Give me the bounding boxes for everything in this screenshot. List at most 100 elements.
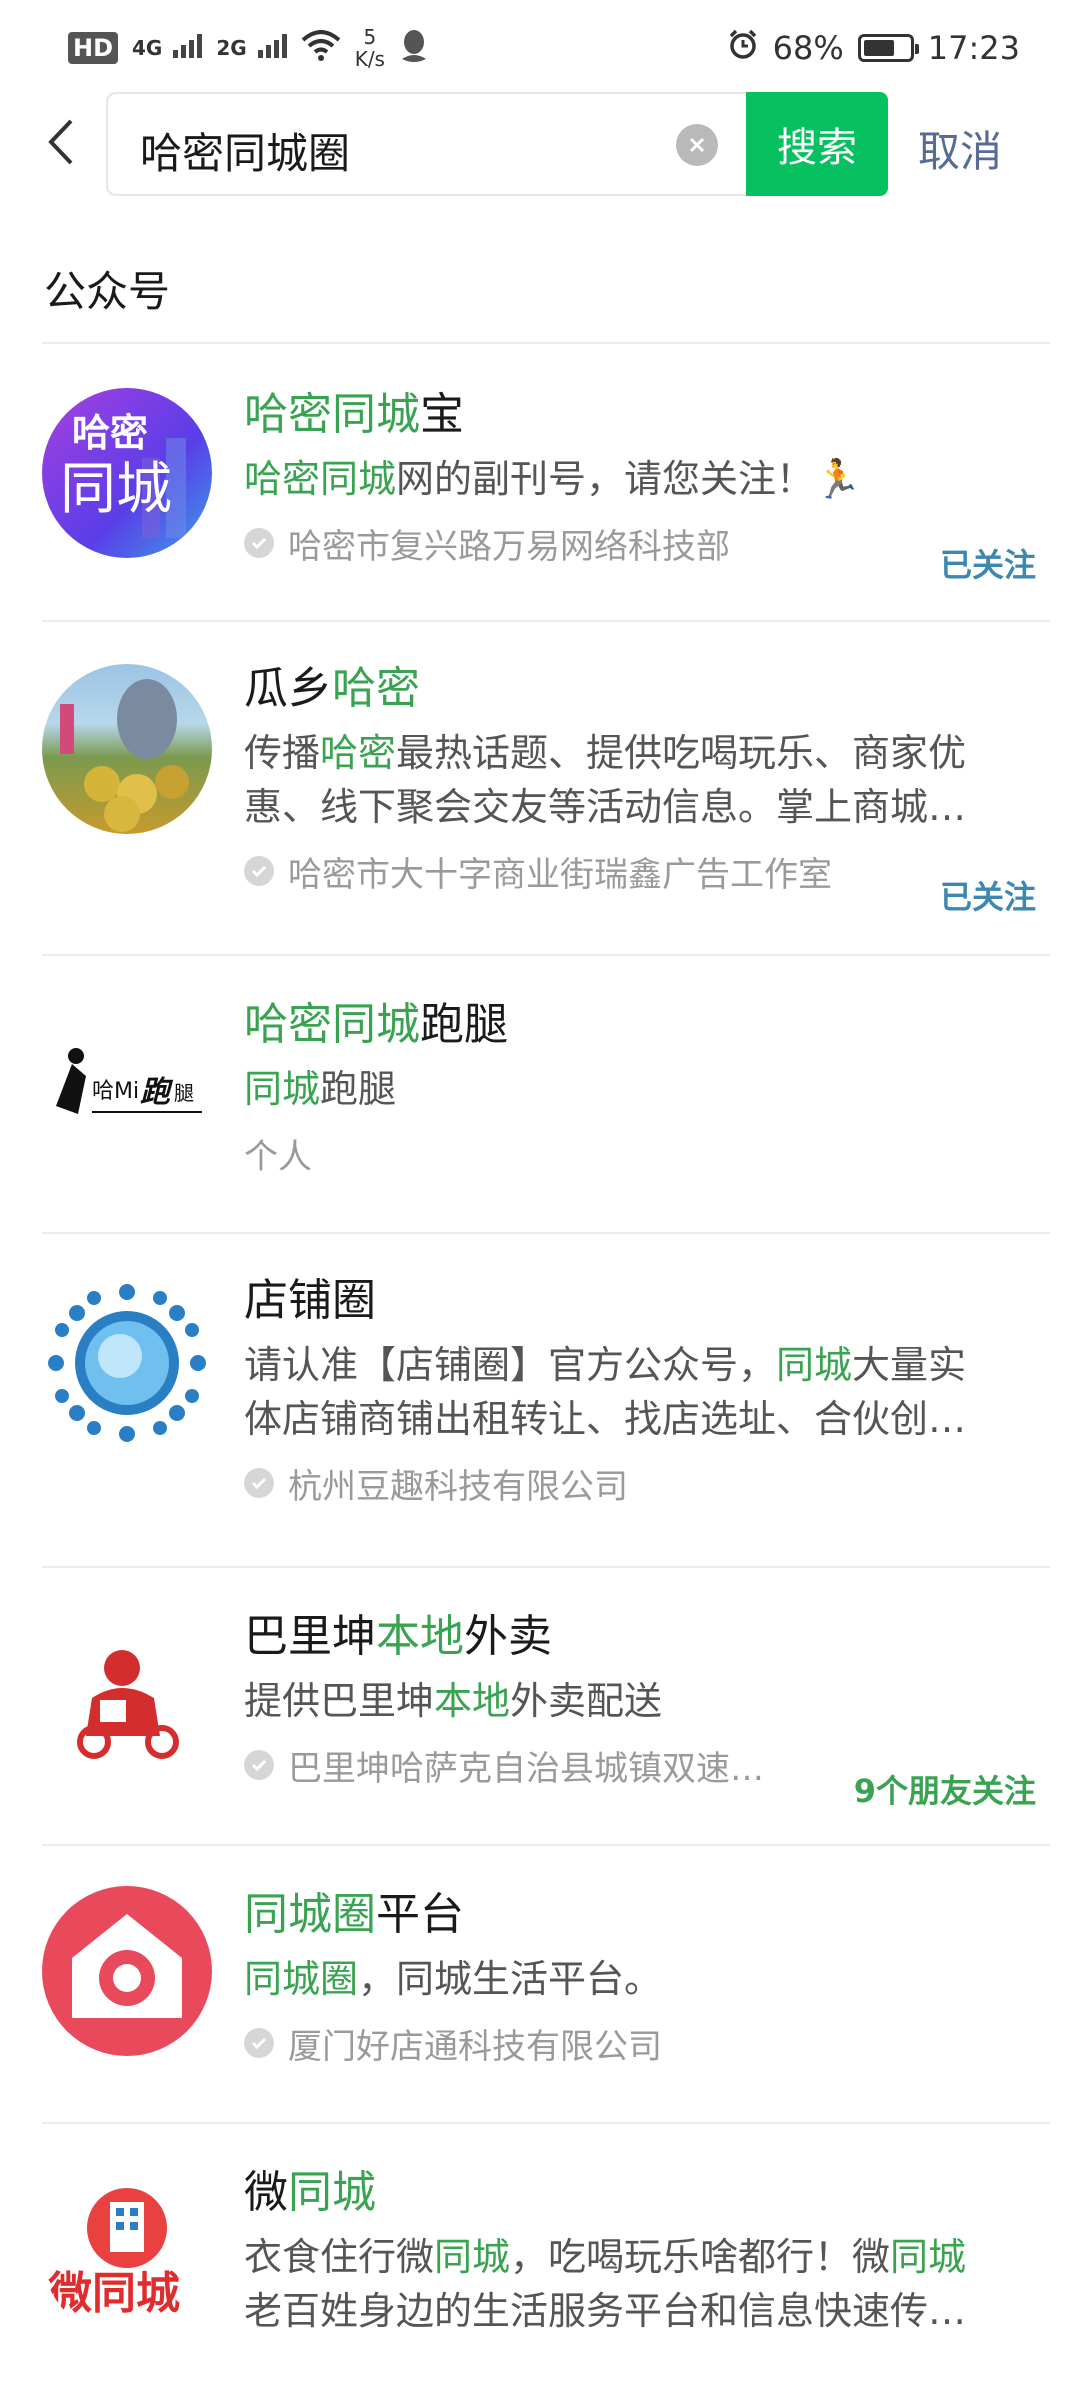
desc-text: 传播 bbox=[244, 731, 321, 775]
desc-highlight: 同城 bbox=[776, 1343, 853, 1387]
qq-icon bbox=[399, 29, 429, 67]
follow-status: 已关注 bbox=[939, 546, 1036, 584]
close-icon bbox=[689, 137, 705, 153]
signal-2g-label: 2G bbox=[216, 36, 247, 60]
desc-highlight: 同城 bbox=[890, 2235, 967, 2279]
desc-text: 衣食住行微 bbox=[244, 2235, 435, 2279]
wifi-icon bbox=[301, 30, 341, 66]
follow-status: 已关注 bbox=[939, 878, 1036, 916]
desc-text: ，吃喝玩乐啥都行！微 bbox=[510, 2235, 891, 2279]
avatar-logo-text: 哈Mi bbox=[92, 1079, 139, 1104]
account-description: 提供巴里坤本地外卖配送 bbox=[244, 1674, 1050, 1728]
clock: 17:23 bbox=[927, 29, 1020, 67]
cancel-button[interactable]: 取消 bbox=[918, 118, 1002, 179]
list-item[interactable]: 哈Mi 跑 腿 哈密同城跑腿 同城跑腿 个人 bbox=[42, 954, 1050, 1232]
avatar: 微同城 bbox=[42, 2168, 212, 2338]
verified-icon bbox=[244, 856, 274, 886]
desc-highlight: 同城圈 bbox=[244, 1957, 359, 2001]
clear-search-button[interactable] bbox=[676, 124, 718, 166]
desc-highlight: 哈密 bbox=[320, 731, 397, 775]
name-text: 外卖 bbox=[464, 1611, 552, 1662]
account-owner: 杭州豆趣科技有限公司 bbox=[244, 1458, 1050, 1508]
name-text: 平台 bbox=[376, 1889, 464, 1940]
desc-text: 网的副刊号，请您关注！🏃 bbox=[396, 457, 862, 501]
account-name: 店铺圈 bbox=[244, 1272, 1050, 1330]
desc-text: 跑腿 bbox=[320, 1067, 397, 1111]
name-highlight: 同城 bbox=[288, 2167, 376, 2218]
account-description: 同城跑腿 bbox=[244, 1062, 1050, 1116]
avatar: 哈Mi 跑 腿 bbox=[42, 1006, 212, 1176]
verified-icon bbox=[244, 2028, 274, 2058]
desc-highlight: 本地 bbox=[434, 1679, 511, 1723]
network-speed: 5 K/s bbox=[355, 26, 385, 70]
account-description: 请认准【店铺圈】官方公众号，同城大量实 体店铺商铺出租转让、找店选址、合伙创… bbox=[244, 1338, 1050, 1446]
list-item[interactable]: 店铺圈 请认准【店铺圈】官方公众号，同城大量实 体店铺商铺出租转让、找店选址、合… bbox=[42, 1232, 1050, 1566]
desc-text: 请认准【店铺圈】官方公众号， bbox=[244, 1343, 777, 1387]
desc-text: ，同城生活平台。 bbox=[358, 1957, 663, 2001]
account-owner: 个人 bbox=[244, 1128, 1050, 1178]
battery-icon bbox=[857, 34, 919, 62]
svg-text:跑: 跑 bbox=[140, 1075, 174, 1110]
name-text: 微 bbox=[244, 2167, 288, 2218]
owner-name: 哈密市复兴路万易网络科技部 bbox=[288, 526, 730, 567]
avatar bbox=[42, 1886, 212, 2056]
svg-text:腿: 腿 bbox=[174, 1081, 194, 1105]
account-name: 哈密同城跑腿 bbox=[244, 996, 1050, 1054]
hd-indicator: HD bbox=[68, 32, 119, 64]
battery-percent: 68% bbox=[772, 29, 844, 67]
owner-name: 杭州豆趣科技有限公司 bbox=[288, 1466, 628, 1507]
avatar-logo-text: 哈密 bbox=[72, 411, 148, 455]
section-title: 公众号 bbox=[44, 267, 171, 316]
name-highlight: 哈密同城 bbox=[244, 999, 420, 1050]
name-highlight: 本地 bbox=[376, 1611, 464, 1662]
search-button[interactable]: 搜索 bbox=[746, 92, 888, 196]
svg-text:同城: 同城 bbox=[60, 457, 172, 522]
account-description: 哈密同城网的副刊号，请您关注！🏃 bbox=[244, 452, 1050, 506]
list-item[interactable]: 哈密 同城 哈密同城宝 哈密同城网的副刊号，请您关注！🏃 哈密市复兴路万易网络科… bbox=[42, 342, 1050, 620]
list-item[interactable]: 瓜乡哈密 传播哈密最热话题、提供吃喝玩乐、商家优 惠、线下聚会交友等活动信息。掌… bbox=[42, 620, 1050, 954]
account-name: 巴里坤本地外卖 bbox=[244, 1608, 1050, 1666]
name-text: 巴里坤 bbox=[244, 1611, 376, 1662]
desc-text: 大量实 bbox=[852, 1343, 967, 1387]
desc-highlight: 哈密同城 bbox=[244, 457, 397, 501]
account-description: 衣食住行微同城，吃喝玩乐啥都行！微同城 老百姓身边的生活服务平台和信息快速传… bbox=[244, 2230, 1050, 2338]
name-text: 宝 bbox=[420, 389, 464, 440]
signal-2g-icon: 2G bbox=[216, 34, 287, 60]
owner-name: 哈密市大十字商业街瑞鑫广告工作室 bbox=[288, 854, 832, 895]
search-query: 哈密同城圈 bbox=[140, 129, 351, 178]
list-item[interactable]: 微同城 微同城 衣食住行微同城，吃喝玩乐啥都行！微同城 老百姓身边的生活服务平台… bbox=[42, 2122, 1050, 2382]
search-bar: 哈密同城圈 搜索 取消 bbox=[0, 92, 1080, 198]
status-bar: HD 4G 2G 5 K/s 68% 17:23 bbox=[0, 0, 1080, 90]
list-item[interactable]: 同城圈平台 同城圈，同城生活平台。 厦门好店通科技有限公司 bbox=[42, 1844, 1050, 2122]
account-name: 哈密同城宝 bbox=[244, 386, 1050, 444]
desc-text: 最热话题、提供吃喝玩乐、商家优 bbox=[396, 731, 967, 775]
desc-text: 惠、线下聚会交友等活动信息。掌上商城… bbox=[244, 785, 967, 829]
account-name: 同城圈平台 bbox=[244, 1886, 1050, 1944]
owner-name: 厦门好店通科技有限公司 bbox=[288, 2026, 662, 2067]
signal-4g-label: 4G bbox=[132, 36, 163, 60]
speed-value: 5 bbox=[363, 25, 377, 49]
desc-text: 体店铺商铺出租转让、找店选址、合伙创… bbox=[244, 1397, 967, 1441]
name-text: 瓜乡 bbox=[244, 663, 332, 714]
signal-4g-icon: 4G bbox=[132, 34, 203, 60]
search-input[interactable]: 哈密同城圈 bbox=[106, 92, 746, 196]
name-highlight: 哈密同城 bbox=[244, 389, 420, 440]
desc-highlight: 同城 bbox=[434, 2235, 511, 2279]
verified-icon bbox=[244, 528, 274, 558]
avatar: 哈密 同城 bbox=[42, 388, 212, 558]
verified-icon bbox=[244, 1750, 274, 1780]
name-highlight: 哈密 bbox=[332, 663, 420, 714]
list-item[interactable]: 巴里坤本地外卖 提供巴里坤本地外卖配送 巴里坤哈萨克自治县城镇双速… 9个朋友关… bbox=[42, 1566, 1050, 1844]
speed-unit: K/s bbox=[354, 47, 385, 71]
desc-text: 提供巴里坤 bbox=[244, 1679, 435, 1723]
avatar-logo-text: 微同城 bbox=[47, 2268, 180, 2319]
account-name: 微同城 bbox=[244, 2164, 1050, 2222]
name-text: 店铺圈 bbox=[244, 1275, 376, 1326]
account-owner: 巴里坤哈萨克自治县城镇双速… bbox=[244, 1740, 804, 1790]
chevron-left-icon bbox=[48, 119, 73, 165]
desc-text: 老百姓身边的生活服务平台和信息快速传… bbox=[244, 2289, 967, 2333]
account-owner: 哈密市复兴路万易网络科技部 bbox=[244, 518, 1050, 568]
account-name: 瓜乡哈密 bbox=[244, 660, 1050, 718]
account-owner: 厦门好店通科技有限公司 bbox=[244, 2018, 1050, 2068]
back-button[interactable] bbox=[30, 112, 90, 172]
